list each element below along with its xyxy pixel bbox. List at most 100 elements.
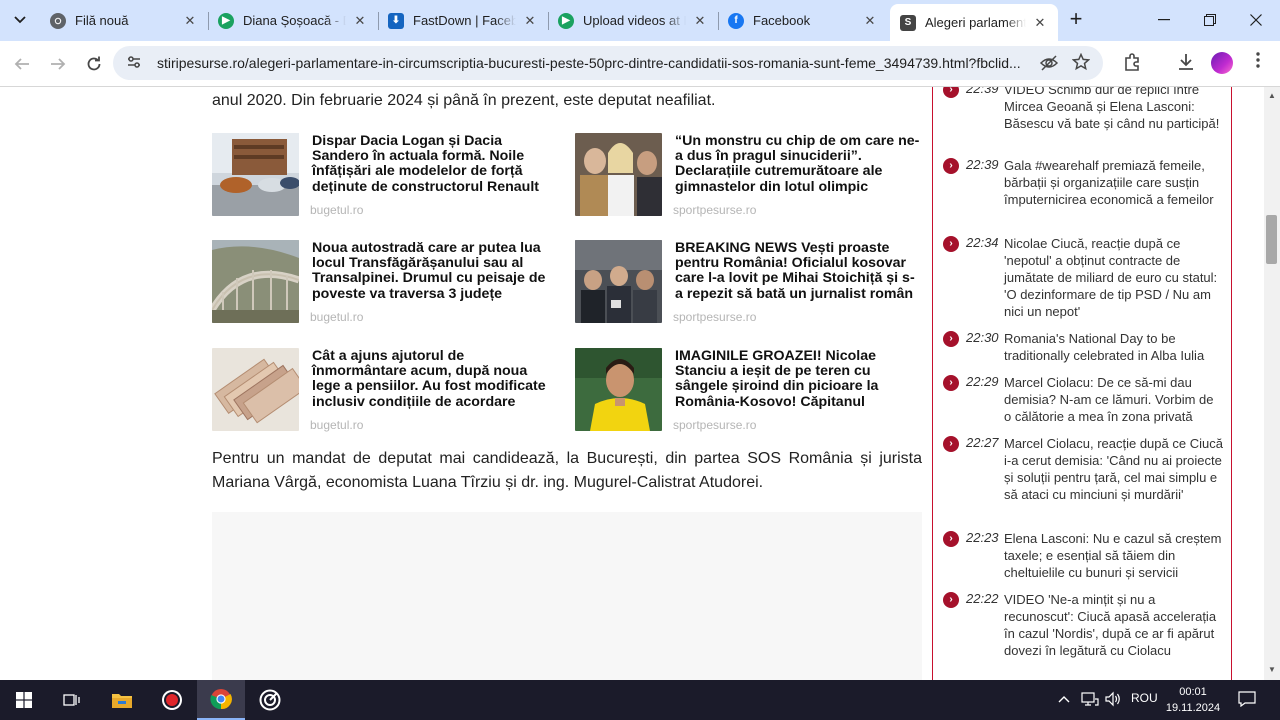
chevron-right-icon: › xyxy=(943,531,959,547)
close-icon[interactable]: ✕ xyxy=(182,13,198,29)
chevron-right-icon: › xyxy=(943,436,959,452)
address-bar[interactable]: stiripesurse.ro/alegeri-parlamentare-in-… xyxy=(113,46,1103,80)
task-view-icon[interactable] xyxy=(48,680,96,720)
site-icon: S xyxy=(900,14,916,31)
news-headline[interactable]: Marcel Ciolacu, reacție după ce Ciucă i-… xyxy=(1004,435,1224,503)
tab-new-tab[interactable]: Filă nouă ✕ xyxy=(40,6,208,35)
chrome-taskbar-icon[interactable] xyxy=(197,680,245,720)
news-time: 22:39 xyxy=(966,157,999,172)
minimize-icon[interactable] xyxy=(1141,0,1187,40)
news-time: 22:22 xyxy=(966,591,999,606)
eye-slash-icon[interactable] xyxy=(1039,53,1059,73)
tab-alegeri-parlamentare[interactable]: S Alegeri parlamenta ✕ xyxy=(890,4,1058,41)
notifications-icon[interactable] xyxy=(1238,691,1256,710)
chevron-right-icon: › xyxy=(943,158,959,174)
forward-arrow-icon[interactable] xyxy=(42,48,74,80)
article-source[interactable]: bugetul.ro xyxy=(310,418,363,432)
article-source[interactable]: bugetul.ro xyxy=(310,203,363,217)
tab-title: Facebook xyxy=(753,13,811,28)
article-source[interactable]: sportpesurse.ro xyxy=(673,310,756,324)
windows-start-icon[interactable] xyxy=(0,680,48,720)
news-headline[interactable]: VIDEO 'Ne-a mințit și nu a recunoscut': … xyxy=(1004,591,1224,659)
record-icon[interactable] xyxy=(148,680,196,720)
chrome-icon xyxy=(50,12,66,29)
reload-icon[interactable] xyxy=(78,48,110,80)
article-thumbnail[interactable] xyxy=(212,240,299,323)
related-article-card[interactable]: Noua autostradă care ar putea lua locul … xyxy=(212,240,557,340)
article-title[interactable]: Dispar Dacia Logan și Dacia Sandero în a… xyxy=(312,133,557,195)
article-title[interactable]: “Un monstru cu chip de om care ne-a dus … xyxy=(675,133,920,195)
target-app-icon[interactable] xyxy=(246,680,294,720)
bookmark-star-icon[interactable] xyxy=(1071,52,1091,73)
tab-search-chevron-icon[interactable] xyxy=(6,6,34,34)
close-icon[interactable]: ✕ xyxy=(1032,15,1048,31)
system-clock[interactable]: 00:01 19.11.2024 xyxy=(1163,684,1223,716)
article-title[interactable]: BREAKING NEWS Vești proaste pentru Român… xyxy=(675,240,920,302)
window-close-icon[interactable] xyxy=(1233,0,1279,40)
article-title[interactable]: Cât a ajuns ajutorul de înmormântare acu… xyxy=(312,348,557,410)
tab-facebook[interactable]: f Facebook ✕ xyxy=(718,6,888,35)
related-article-card[interactable]: “Un monstru cu chip de om care ne-a dus … xyxy=(575,133,920,233)
news-headline[interactable]: Romania's National Day to be traditional… xyxy=(1004,330,1224,364)
article-title[interactable]: Noua autostradă care ar putea lua locul … xyxy=(312,240,557,302)
tab-title: Diana Șoșoacă - D xyxy=(243,13,346,28)
news-time: 22:23 xyxy=(966,530,999,545)
news-time: 22:39 xyxy=(966,87,999,96)
site-info-tune-icon[interactable] xyxy=(125,54,143,72)
more-menu-icon[interactable] xyxy=(1246,52,1270,76)
chevron-right-icon: › xyxy=(943,87,959,98)
article-source[interactable]: sportpesurse.ro xyxy=(673,203,756,217)
close-icon[interactable]: ✕ xyxy=(862,13,878,29)
play-icon: ▶ xyxy=(218,12,234,29)
play-icon: ▶ xyxy=(558,12,574,29)
article-thumbnail[interactable] xyxy=(212,348,299,431)
article-source[interactable]: sportpesurse.ro xyxy=(673,418,756,432)
article-source[interactable]: bugetul.ro xyxy=(310,310,363,324)
related-article-card[interactable]: IMAGINILE GROAZEI! Nicolae Stanciu a ieș… xyxy=(575,348,920,448)
download-icon[interactable] xyxy=(1174,52,1198,76)
article-thumbnail[interactable] xyxy=(212,133,299,216)
article-thumbnail[interactable] xyxy=(575,240,662,323)
volume-icon[interactable] xyxy=(1104,691,1122,710)
news-headline[interactable]: VIDEO Schimb dur de replici între Mircea… xyxy=(1004,87,1224,132)
restore-icon[interactable] xyxy=(1187,0,1233,40)
tab-fastdown[interactable]: ⬇ FastDown | Facebo ✕ xyxy=(378,6,548,35)
news-headline[interactable]: Marcel Ciolacu: De ce să-mi dau demisia?… xyxy=(1004,374,1224,425)
article-thumbnail[interactable] xyxy=(575,348,662,431)
extensions-puzzle-icon[interactable] xyxy=(1121,52,1145,76)
scroll-up-arrow-icon[interactable]: ▲ xyxy=(1268,91,1276,100)
news-time: 22:30 xyxy=(966,330,999,345)
news-headline[interactable]: Nicolae Ciucă, reacție după ce 'nepotul'… xyxy=(1004,235,1224,320)
tab-title: FastDown | Facebo xyxy=(413,13,516,28)
related-article-card[interactable]: Dispar Dacia Logan și Dacia Sandero în a… xyxy=(212,133,557,233)
news-headline[interactable]: Gala #wearehalf premiază femeile, bărbaț… xyxy=(1004,157,1224,208)
tab-title: Upload videos at F xyxy=(583,13,686,28)
ad-placeholder xyxy=(212,512,922,680)
scrollbar-thumb[interactable] xyxy=(1266,215,1277,264)
page-scrollbar[interactable] xyxy=(1264,87,1280,680)
close-icon[interactable]: ✕ xyxy=(352,13,368,29)
web-page: anul 2020. Din februarie 2024 și până în… xyxy=(0,87,1280,680)
chevron-right-icon: › xyxy=(943,592,959,608)
file-explorer-icon[interactable] xyxy=(98,680,146,720)
news-headline[interactable]: Elena Lasconi: Nu e cazul să creștem tax… xyxy=(1004,530,1224,581)
input-language[interactable]: ROU xyxy=(1131,691,1158,705)
close-icon[interactable]: ✕ xyxy=(522,13,538,29)
close-icon[interactable]: ✕ xyxy=(692,13,708,29)
related-article-card[interactable]: Cât a ajuns ajutorul de înmormântare acu… xyxy=(212,348,557,448)
network-icon[interactable] xyxy=(1081,691,1099,710)
tab-diana-sosoaca[interactable]: ▶ Diana Șoșoacă - D ✕ xyxy=(208,6,378,35)
article-title[interactable]: IMAGINILE GROAZEI! Nicolae Stanciu a ieș… xyxy=(675,348,920,410)
back-arrow-icon[interactable] xyxy=(6,48,38,80)
chevron-up-icon[interactable] xyxy=(1058,691,1070,706)
scroll-down-arrow-icon[interactable]: ▼ xyxy=(1268,665,1276,674)
clock-date: 19.11.2024 xyxy=(1165,702,1221,714)
url-text[interactable]: stiripesurse.ro/alegeri-parlamentare-in-… xyxy=(157,55,1027,71)
tab-upload-videos[interactable]: ▶ Upload videos at F ✕ xyxy=(548,6,718,35)
profile-avatar[interactable] xyxy=(1211,52,1233,74)
related-article-card[interactable]: BREAKING NEWS Vești proaste pentru Român… xyxy=(575,240,920,340)
article-thumbnail[interactable] xyxy=(575,133,662,216)
article-text: anul 2020. Din februarie 2024 și până în… xyxy=(212,92,716,109)
new-tab-plus-icon[interactable]: + xyxy=(1064,8,1088,32)
clock-time: 00:01 xyxy=(1179,686,1207,698)
